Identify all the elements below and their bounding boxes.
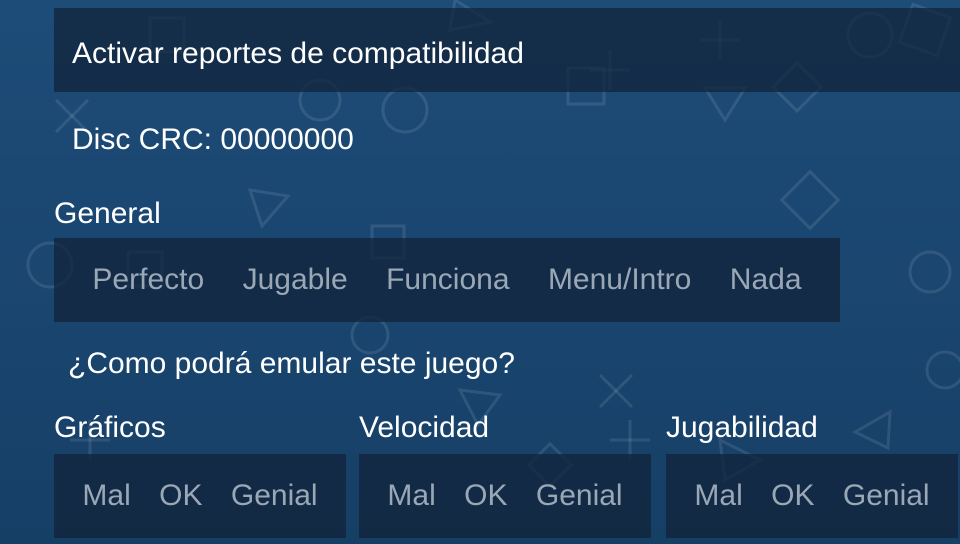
option-perfecto[interactable]: Perfecto — [92, 262, 204, 298]
velocidad-rating-selector: Mal OK Genial — [359, 454, 651, 538]
velocidad-header: Velocidad — [359, 411, 490, 444]
triangle-icon — [702, 86, 748, 123]
option-nada[interactable]: Nada — [730, 262, 802, 298]
option-jugable[interactable]: Jugable — [243, 262, 348, 298]
square-icon — [779, 169, 841, 231]
velocidad-option-mal[interactable]: Mal — [387, 478, 435, 514]
graficos-rating-selector: Mal OK Genial — [54, 454, 346, 538]
graficos-option-ok[interactable]: OK — [159, 478, 202, 514]
triangle-icon — [851, 409, 892, 451]
triangle-icon — [247, 188, 291, 229]
circle-icon — [908, 250, 952, 294]
compat-reports-label: Activar reportes de compatibilidad — [72, 37, 524, 70]
jugabilidad-option-mal[interactable]: Mal — [694, 478, 742, 514]
graficos-option-genial[interactable]: Genial — [231, 478, 318, 514]
jugabilidad-option-genial[interactable]: Genial — [843, 478, 930, 514]
general-header: General — [54, 197, 161, 230]
circle-icon — [381, 86, 429, 134]
jugabilidad-header: Jugabilidad — [666, 411, 818, 444]
graficos-option-mal[interactable]: Mal — [82, 478, 130, 514]
jugabilidad-option-ok[interactable]: OK — [771, 478, 814, 514]
velocidad-option-ok[interactable]: OK — [464, 478, 507, 514]
option-funciona[interactable]: Funciona — [386, 262, 509, 298]
compat-reports-toggle[interactable]: Activar reportes de compatibilidad — [54, 8, 960, 92]
disc-crc-label: Disc CRC: 00000000 — [72, 123, 354, 156]
circle-icon — [925, 350, 960, 390]
option-menu-intro[interactable]: Menu/Intro — [548, 262, 691, 298]
cross-icon — [598, 373, 634, 409]
general-rating-selector: Perfecto Jugable Funciona Menu/Intro Nad… — [54, 238, 840, 322]
graficos-header: Gráficos — [54, 411, 166, 444]
jugabilidad-rating-selector: Mal OK Genial — [666, 454, 958, 538]
emulation-question: ¿Como podrá emular este juego? — [68, 347, 515, 380]
velocidad-option-genial[interactable]: Genial — [536, 478, 623, 514]
